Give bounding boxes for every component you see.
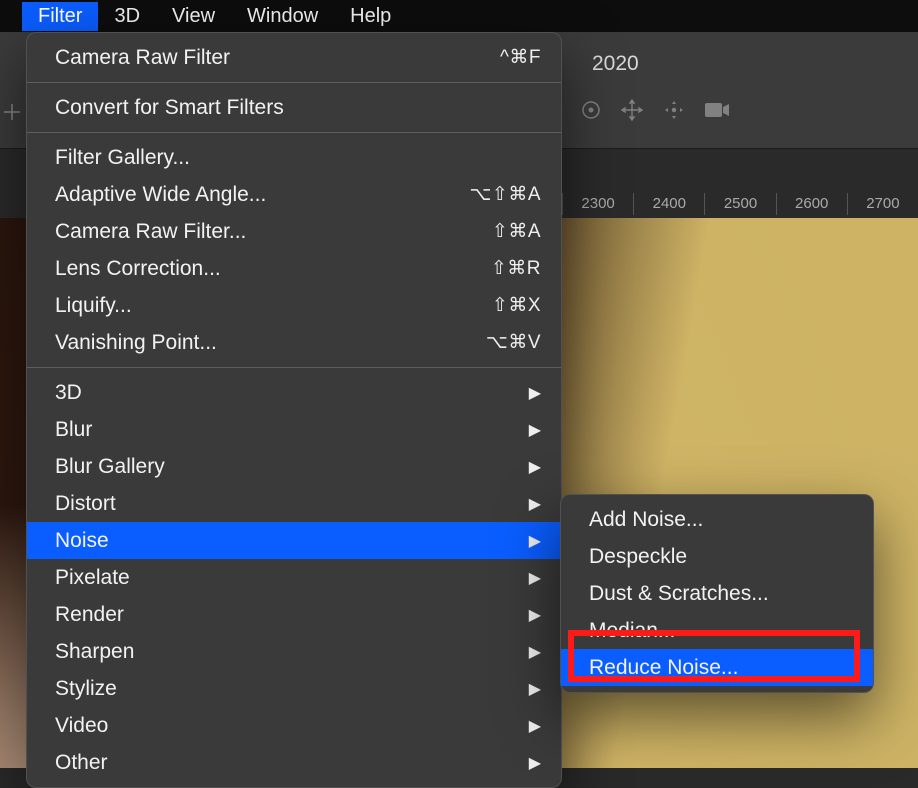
menu-item-3d[interactable]: 3D ▶ — [27, 374, 561, 411]
chevron-right-icon: ▶ — [529, 420, 541, 440]
menu-item-vanishing-point[interactable]: Vanishing Point... ⌥⌘V — [27, 324, 561, 361]
menu-item-label: Stylize — [55, 677, 117, 701]
menu-item-camera-raw-last[interactable]: Camera Raw Filter ^⌘F — [27, 39, 561, 76]
menu-window[interactable]: Window — [231, 2, 334, 31]
submenu-item-add-noise[interactable]: Add Noise... — [561, 501, 873, 538]
menu-item-pixelate[interactable]: Pixelate ▶ — [27, 559, 561, 596]
menu-item-blur[interactable]: Blur ▶ — [27, 411, 561, 448]
menu-help[interactable]: Help — [334, 2, 407, 31]
chevron-right-icon: ▶ — [529, 531, 541, 551]
menu-filter[interactable]: Filter — [22, 2, 98, 31]
chevron-right-icon: ▶ — [529, 383, 541, 403]
menu-item-shortcut: ⌥⌘V — [456, 331, 541, 354]
menu-item-camera-raw-filter[interactable]: Camera Raw Filter... ⇧⌘A — [27, 213, 561, 250]
menu-item-label: Convert for Smart Filters — [55, 96, 284, 120]
chevron-right-icon: ▶ — [529, 753, 541, 773]
submenu-item-reduce-noise[interactable]: Reduce Noise... — [561, 649, 873, 686]
document-title-fragment: 2020 — [592, 52, 639, 76]
menu-item-label: Other — [55, 751, 108, 775]
ruler-tick: 2400 — [633, 193, 704, 215]
menu-item-shortcut: ⇧⌘R — [461, 257, 541, 280]
menu-item-label: Filter Gallery... — [55, 146, 190, 170]
chevron-right-icon: ▶ — [529, 568, 541, 588]
menu-separator — [27, 132, 561, 133]
chevron-right-icon: ▶ — [529, 605, 541, 625]
menu-item-label: Blur Gallery — [55, 455, 165, 479]
menu-item-label: Add Noise... — [589, 508, 703, 532]
menu-item-label: Camera Raw Filter — [55, 46, 230, 70]
ruler-tick: 2300 — [562, 193, 633, 215]
menu-item-liquify[interactable]: Liquify... ⇧⌘X — [27, 287, 561, 324]
options-bar-icon-group — [580, 98, 730, 127]
menu-separator — [27, 82, 561, 83]
menu-item-label: Camera Raw Filter... — [55, 220, 246, 244]
menu-item-sharpen[interactable]: Sharpen ▶ — [27, 633, 561, 670]
menu-item-label: Noise — [55, 529, 109, 553]
submenu-item-dust-scratches[interactable]: Dust & Scratches... — [561, 575, 873, 612]
menu-item-label: Liquify... — [55, 294, 132, 318]
camera-icon[interactable] — [704, 101, 730, 124]
menu-item-shortcut: ⌥⇧⌘A — [440, 183, 542, 206]
menu-item-distort[interactable]: Distort ▶ — [27, 485, 561, 522]
menu-item-label: Adaptive Wide Angle... — [55, 183, 266, 207]
menu-item-label: Video — [55, 714, 108, 738]
chevron-right-icon: ▶ — [529, 494, 541, 514]
move-tool-edge-icon — [0, 98, 24, 126]
menu-item-noise[interactable]: Noise ▶ — [27, 522, 561, 559]
menu-item-label: Median... — [589, 619, 675, 643]
chevron-right-icon: ▶ — [529, 716, 541, 736]
menu-item-label: Lens Correction... — [55, 257, 221, 281]
menu-item-label: 3D — [55, 381, 82, 405]
menu-item-label: Blur — [55, 418, 92, 442]
submenu-item-despeckle[interactable]: Despeckle — [561, 538, 873, 575]
move-free-icon[interactable] — [662, 98, 686, 127]
menu-item-adaptive-wide-angle[interactable]: Adaptive Wide Angle... ⌥⇧⌘A — [27, 176, 561, 213]
menu-view[interactable]: View — [156, 2, 231, 31]
ruler-tick: 2700 — [847, 193, 918, 215]
menu-item-blur-gallery[interactable]: Blur Gallery ▶ — [27, 448, 561, 485]
move-all-icon[interactable] — [620, 98, 644, 127]
menu-item-render[interactable]: Render ▶ — [27, 596, 561, 633]
filter-dropdown: Camera Raw Filter ^⌘F Convert for Smart … — [26, 32, 562, 788]
menu-item-filter-gallery[interactable]: Filter Gallery... — [27, 139, 561, 176]
menu-item-video[interactable]: Video ▶ — [27, 707, 561, 744]
ruler-tick: 2500 — [704, 193, 775, 215]
chevron-right-icon: ▶ — [529, 457, 541, 477]
menu-3d[interactable]: 3D — [98, 2, 156, 31]
menu-item-label: Vanishing Point... — [55, 331, 217, 355]
menu-item-label: Dust & Scratches... — [589, 582, 769, 606]
menu-bar: Filter 3D View Window Help — [0, 0, 918, 32]
menu-item-other[interactable]: Other ▶ — [27, 744, 561, 781]
chevron-right-icon: ▶ — [529, 642, 541, 662]
menu-separator — [27, 367, 561, 368]
submenu-item-median[interactable]: Median... — [561, 612, 873, 649]
ruler-tick: 2600 — [776, 193, 847, 215]
menu-item-label: Despeckle — [589, 545, 687, 569]
menu-item-convert-smart-filters[interactable]: Convert for Smart Filters — [27, 89, 561, 126]
chevron-right-icon: ▶ — [529, 679, 541, 699]
menu-item-label: Distort — [55, 492, 116, 516]
menu-item-shortcut: ⇧⌘X — [462, 294, 541, 317]
menu-item-lens-correction[interactable]: Lens Correction... ⇧⌘R — [27, 250, 561, 287]
menu-item-stylize[interactable]: Stylize ▶ — [27, 670, 561, 707]
menu-item-label: Sharpen — [55, 640, 134, 664]
horizontal-ruler: 2300 2400 2500 2600 2700 — [562, 190, 918, 218]
menu-item-label: Pixelate — [55, 566, 130, 590]
target-icon[interactable] — [580, 99, 602, 126]
menu-item-shortcut: ⇧⌘A — [462, 220, 541, 243]
menu-item-label: Render — [55, 603, 124, 627]
noise-submenu: Add Noise... Despeckle Dust & Scratches.… — [560, 494, 874, 693]
menu-item-label: Reduce Noise... — [589, 656, 738, 680]
menu-item-shortcut: ^⌘F — [470, 46, 541, 69]
